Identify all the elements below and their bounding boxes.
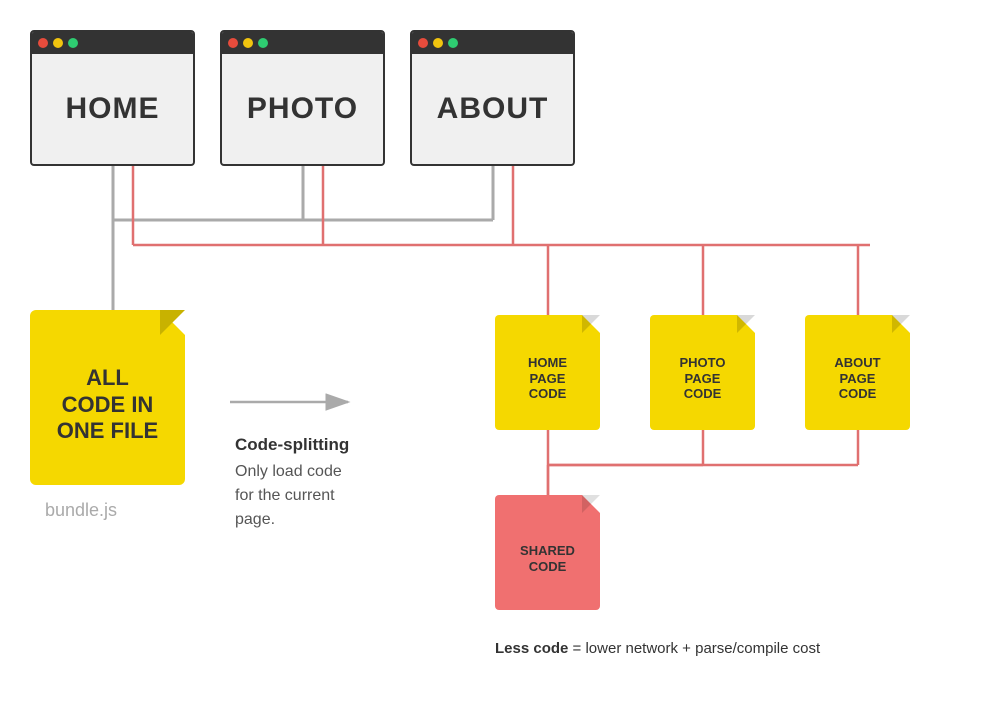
less-code-label: Less code = lower network + parse/compil… xyxy=(495,640,820,657)
about-content: ABOUT xyxy=(412,54,573,164)
arrow-svg xyxy=(230,390,360,414)
browser-home: HOME xyxy=(30,30,195,166)
about-page-code-file: ABOUTPAGECODE xyxy=(805,315,910,430)
dot-red xyxy=(38,38,48,48)
photo-page-code-file: PHOTOPAGECODE xyxy=(650,315,755,430)
shared-code-label: SHAREDCODE xyxy=(520,543,575,574)
dot-green xyxy=(258,38,268,48)
about-label: ABOUT xyxy=(437,92,549,126)
all-code-file: ALLCODE INONE FILE xyxy=(30,310,185,485)
photo-titlebar xyxy=(222,32,383,54)
description-label: Only load codefor the currentpage. xyxy=(235,460,342,532)
photo-label: PHOTO xyxy=(247,92,358,126)
arrow-right xyxy=(230,390,360,414)
dot-green xyxy=(448,38,458,48)
bundlejs-label: bundle.js xyxy=(45,500,117,521)
dot-yellow xyxy=(243,38,253,48)
less-code-rest: = lower network + parse/compile cost xyxy=(568,640,820,657)
dot-green xyxy=(68,38,78,48)
home-titlebar xyxy=(32,32,193,54)
home-label: HOME xyxy=(66,92,160,126)
diagram: HOME PHOTO ABOUT ALLCODE INONE FILE bund… xyxy=(0,0,995,715)
about-page-code-label: ABOUTPAGECODE xyxy=(834,355,880,402)
home-page-code-file: HOMEPAGECODE xyxy=(495,315,600,430)
dot-red xyxy=(418,38,428,48)
browser-about: ABOUT xyxy=(410,30,575,166)
photo-content: PHOTO xyxy=(222,54,383,164)
all-code-label: ALLCODE INONE FILE xyxy=(47,355,168,454)
about-titlebar xyxy=(412,32,573,54)
home-content: HOME xyxy=(32,54,193,164)
photo-page-code-label: PHOTOPAGECODE xyxy=(680,355,726,402)
browser-photo: PHOTO xyxy=(220,30,385,166)
less-code-bold: Less code xyxy=(495,640,568,657)
home-page-code-label: HOMEPAGECODE xyxy=(528,355,567,402)
shared-code-file: SHAREDCODE xyxy=(495,495,600,610)
dot-yellow xyxy=(433,38,443,48)
dot-red xyxy=(228,38,238,48)
code-splitting-label: Code-splitting xyxy=(235,435,349,455)
dot-yellow xyxy=(53,38,63,48)
